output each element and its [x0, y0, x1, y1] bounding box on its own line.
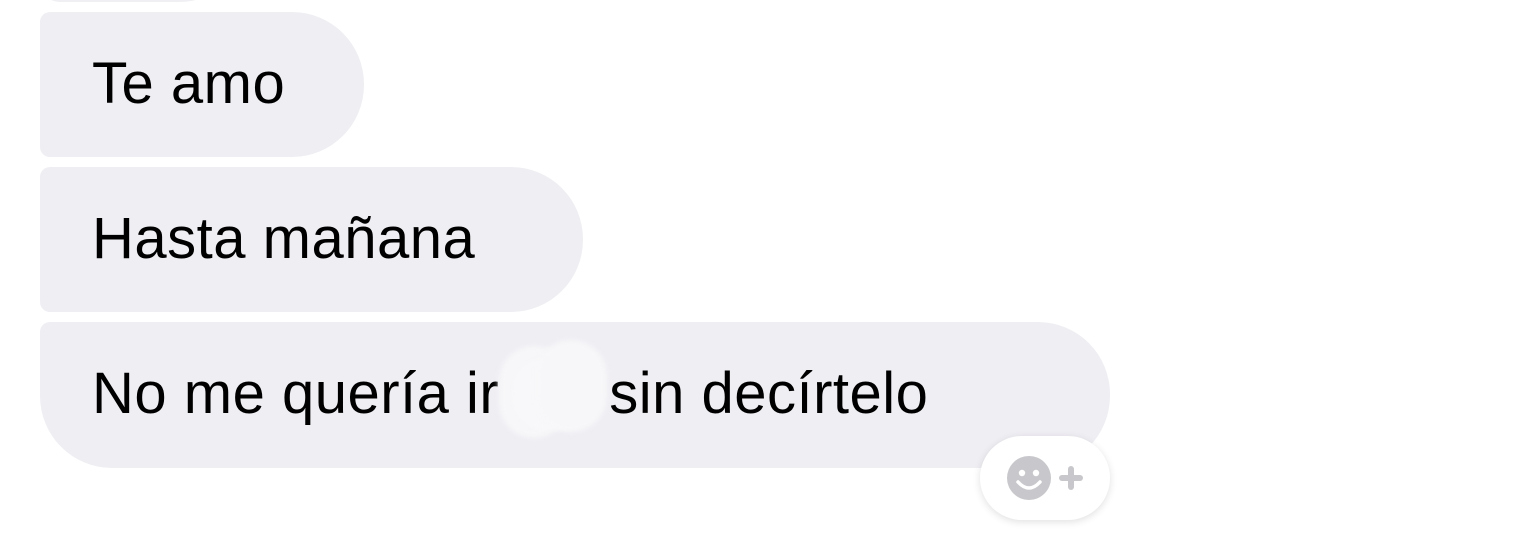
received-message-bubble[interactable]: No me quería ir sin decírtelo	[40, 322, 1110, 468]
smiley-icon	[1007, 456, 1051, 500]
message-text-part: sin decírtelo	[609, 361, 929, 426]
previous-message-bubble-edge	[40, 0, 240, 2]
received-message-bubble[interactable]: Te amo	[40, 12, 364, 157]
received-message-bubble[interactable]: Hasta mañana	[40, 167, 583, 312]
chat-thread: Te amo Hasta mañana No me quería ir sin d…	[0, 0, 1536, 552]
redaction-blur	[499, 358, 601, 430]
plus-icon	[1059, 466, 1083, 490]
add-reaction-button[interactable]	[980, 436, 1110, 520]
message-text-part: No me quería ir	[92, 361, 500, 426]
message-text: Hasta mañana	[92, 205, 476, 271]
message-text: Te amo	[92, 50, 286, 116]
